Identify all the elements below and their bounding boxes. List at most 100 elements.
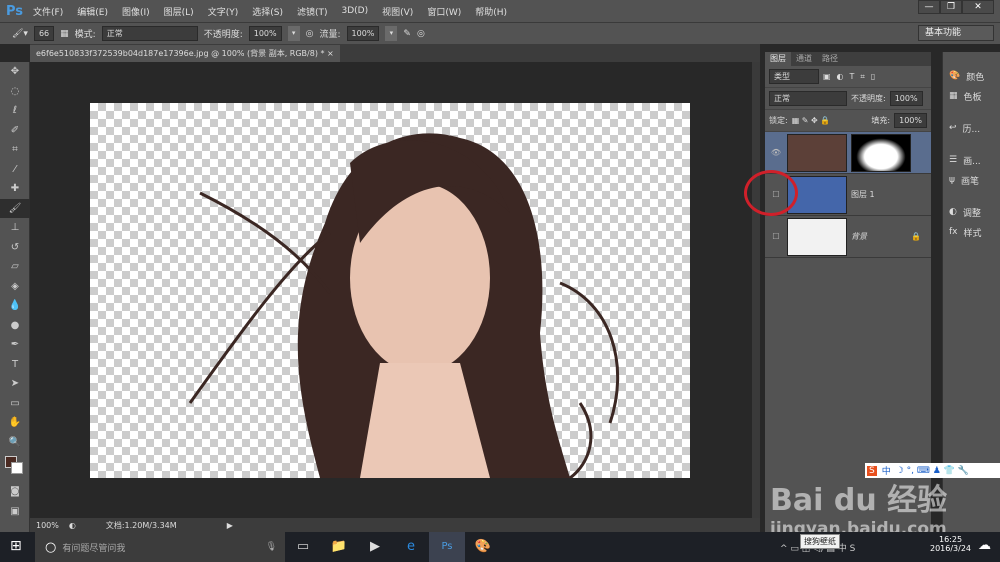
pressure-size-icon[interactable]: ◎ xyxy=(417,29,425,39)
layer-row-background[interactable]: ☐ 背景 🔒 xyxy=(765,216,931,258)
eyedropper-tool-icon[interactable]: ⁄ xyxy=(0,160,30,180)
microphone-icon[interactable]: 🎙 xyxy=(266,542,277,552)
pressure-opacity-icon[interactable]: ◎ xyxy=(306,29,314,39)
panel-color[interactable]: 🎨 颜色 xyxy=(943,66,1000,86)
document-tab[interactable]: e6f6e510833f372539b04d187e17396e.jpg @ 1… xyxy=(30,45,340,62)
hand-tool-icon[interactable]: ✋ xyxy=(0,413,30,433)
menu-filter[interactable]: 滤镜(T) xyxy=(297,5,328,18)
menu-file[interactable]: 文件(F) xyxy=(33,5,63,18)
palette-icon: 🎨 xyxy=(949,71,961,81)
stamp-tool-icon[interactable]: ⊥ xyxy=(0,218,30,238)
panel-history[interactable]: ↩ 历... xyxy=(943,118,1000,138)
brush-tool-icon[interactable]: 🖌 xyxy=(0,198,30,218)
lock-icons[interactable]: ▦ ✎ ✥ 🔒 xyxy=(792,116,831,125)
crop-tool-icon[interactable]: ⌗ xyxy=(0,140,30,160)
history-brush-icon[interactable]: ↺ xyxy=(0,238,30,258)
menu-image[interactable]: 图像(I) xyxy=(122,5,150,18)
eye-icon[interactable]: 👁 xyxy=(765,148,787,157)
menu-window[interactable]: 窗口(W) xyxy=(427,5,461,18)
image-canvas[interactable] xyxy=(90,103,690,478)
marquee-tool-icon[interactable]: ◌ xyxy=(0,82,30,102)
start-button[interactable]: ⊞ xyxy=(10,538,22,554)
panel-brush-presets[interactable]: ☰ 画... xyxy=(943,150,1000,170)
flow-input[interactable]: 100% xyxy=(346,26,380,41)
pen-tool-icon[interactable]: ✒ xyxy=(0,335,30,355)
fill-label: 填充: xyxy=(871,116,891,125)
dodge-tool-icon[interactable]: ● xyxy=(0,316,30,336)
flow-dropdown[interactable]: ▾ xyxy=(385,26,398,41)
layer-name: 背景 xyxy=(851,232,867,241)
photoshop-taskbar-icon[interactable]: Ps xyxy=(429,532,465,562)
panel-label: 调整 xyxy=(962,208,981,219)
healing-tool-icon[interactable]: ✚ xyxy=(0,179,30,199)
layer-row-copy[interactable]: 👁 xyxy=(765,132,931,174)
lasso-tool-icon[interactable]: ℓ xyxy=(0,101,30,121)
ime-icons[interactable]: ☽ °, ⌨ ♟ 👕 🔧 xyxy=(896,466,969,476)
windows-taskbar: ⊞ ○ 有问题尽管问我 🎙 ▭ 📁 ▶ e Ps 🎨 ^ ▭ ◫ ◁) ▤ 中 S … xyxy=(0,532,1000,562)
move-tool-icon[interactable]: ✥ xyxy=(0,62,30,82)
zoom-level[interactable]: 100% xyxy=(36,521,59,530)
options-bar: 🖌▾ 66 ▦ 模式: 正常 不透明度: 100% ▾ ◎ 流量: 100% ▾ ✎… xyxy=(0,22,1000,44)
file-explorer-icon[interactable]: 📁 xyxy=(321,532,357,562)
tab-layers[interactable]: 图层 xyxy=(765,52,791,66)
menu-select[interactable]: 选择(S) xyxy=(252,5,283,18)
screen-mode-icon[interactable]: ▣ xyxy=(0,502,30,522)
clock[interactable]: 16:25 2016/3/24 xyxy=(930,535,971,553)
bucket-tool-icon[interactable]: ◈ xyxy=(0,277,30,297)
menu-type[interactable]: 文字(Y) xyxy=(208,5,239,18)
brush-panel-icon[interactable]: ▦ xyxy=(60,29,69,39)
tab-paths[interactable]: 路径 xyxy=(817,52,843,66)
edge-icon[interactable]: e xyxy=(393,532,429,562)
filter-icons[interactable]: ▣◐T⌗▯ xyxy=(823,72,881,82)
menu-3d[interactable]: 3D(D) xyxy=(342,6,369,16)
shape-tool-icon[interactable]: ▭ xyxy=(0,394,30,414)
panel-adjustments[interactable]: ◐ 调整 xyxy=(943,202,1000,222)
panel-brush[interactable]: ψ 画笔 xyxy=(943,170,1000,190)
weather-icon[interactable]: ☁ xyxy=(978,538,991,553)
minimize-button[interactable]: — xyxy=(918,0,940,14)
layer-mask-thumbnail[interactable] xyxy=(851,133,911,172)
menu-layer[interactable]: 图层(L) xyxy=(164,5,194,18)
layer-thumbnail xyxy=(787,133,847,172)
close-button[interactable]: ✕ xyxy=(962,0,994,14)
blend-mode-select[interactable]: 正常 xyxy=(769,91,847,106)
workspace-select[interactable]: 基本功能 xyxy=(918,25,994,41)
blur-tool-icon[interactable]: 💧 xyxy=(0,296,30,316)
brush-size-picker[interactable]: 66 xyxy=(33,26,55,41)
visibility-toggle[interactable]: ☐ xyxy=(765,232,787,241)
restore-button[interactable]: ❐ xyxy=(940,0,962,14)
mode-select[interactable]: 正常 xyxy=(101,26,198,41)
panel-swatches[interactable]: ▦ 色板 xyxy=(943,86,1000,106)
zoom-tool-icon[interactable]: 🔍 xyxy=(0,433,30,453)
menu-help[interactable]: 帮助(H) xyxy=(475,5,507,18)
vertical-scrollbar[interactable] xyxy=(752,62,760,518)
quick-select-tool-icon[interactable]: ✐ xyxy=(0,121,30,141)
task-view-icon[interactable]: ▭ xyxy=(285,532,321,562)
clock-date: 2016/3/24 xyxy=(930,544,972,553)
status-menu-arrow[interactable]: ▶ xyxy=(227,521,233,530)
type-tool-icon[interactable]: T xyxy=(0,355,30,375)
tab-channels[interactable]: 通道 xyxy=(791,52,817,66)
menu-view[interactable]: 视图(V) xyxy=(382,5,413,18)
quick-mask-icon[interactable]: ◙ xyxy=(0,482,30,502)
fill-input[interactable]: 100% xyxy=(894,113,927,128)
eraser-tool-icon[interactable]: ▱ xyxy=(0,257,30,277)
brush-tool-icon[interactable]: 🖌▾ xyxy=(12,29,28,39)
layer-opacity-input[interactable]: 100% xyxy=(889,91,923,106)
cortana-search[interactable]: ○ 有问题尽管问我 🎙 xyxy=(35,532,285,562)
media-player-icon[interactable]: ▶ xyxy=(357,532,393,562)
color-swatches[interactable] xyxy=(0,452,30,482)
panel-label: 画... xyxy=(963,156,981,167)
layers-panel: 图层 通道 路径 类型 ▣◐T⌗▯ 正常 不透明度: 100% 锁定: ▦ ✎ ✥ 🔒 填… xyxy=(765,52,931,532)
menu-edit[interactable]: 编辑(E) xyxy=(77,5,108,18)
airbrush-icon[interactable]: ✎ xyxy=(403,29,411,39)
clock-time: 16:25 xyxy=(938,535,963,544)
close-tab-icon[interactable]: × xyxy=(327,49,334,58)
opacity-dropdown[interactable]: ▾ xyxy=(287,26,300,41)
opacity-input[interactable]: 100% xyxy=(248,26,282,41)
panel-styles[interactable]: fx 样式 xyxy=(943,222,1000,242)
layer-filter-select[interactable]: 类型 xyxy=(769,69,819,84)
paint-icon[interactable]: 🎨 xyxy=(465,532,501,562)
path-select-tool-icon[interactable]: ➤ xyxy=(0,374,30,394)
watermark-line1: Bai du 经验 xyxy=(770,483,948,518)
